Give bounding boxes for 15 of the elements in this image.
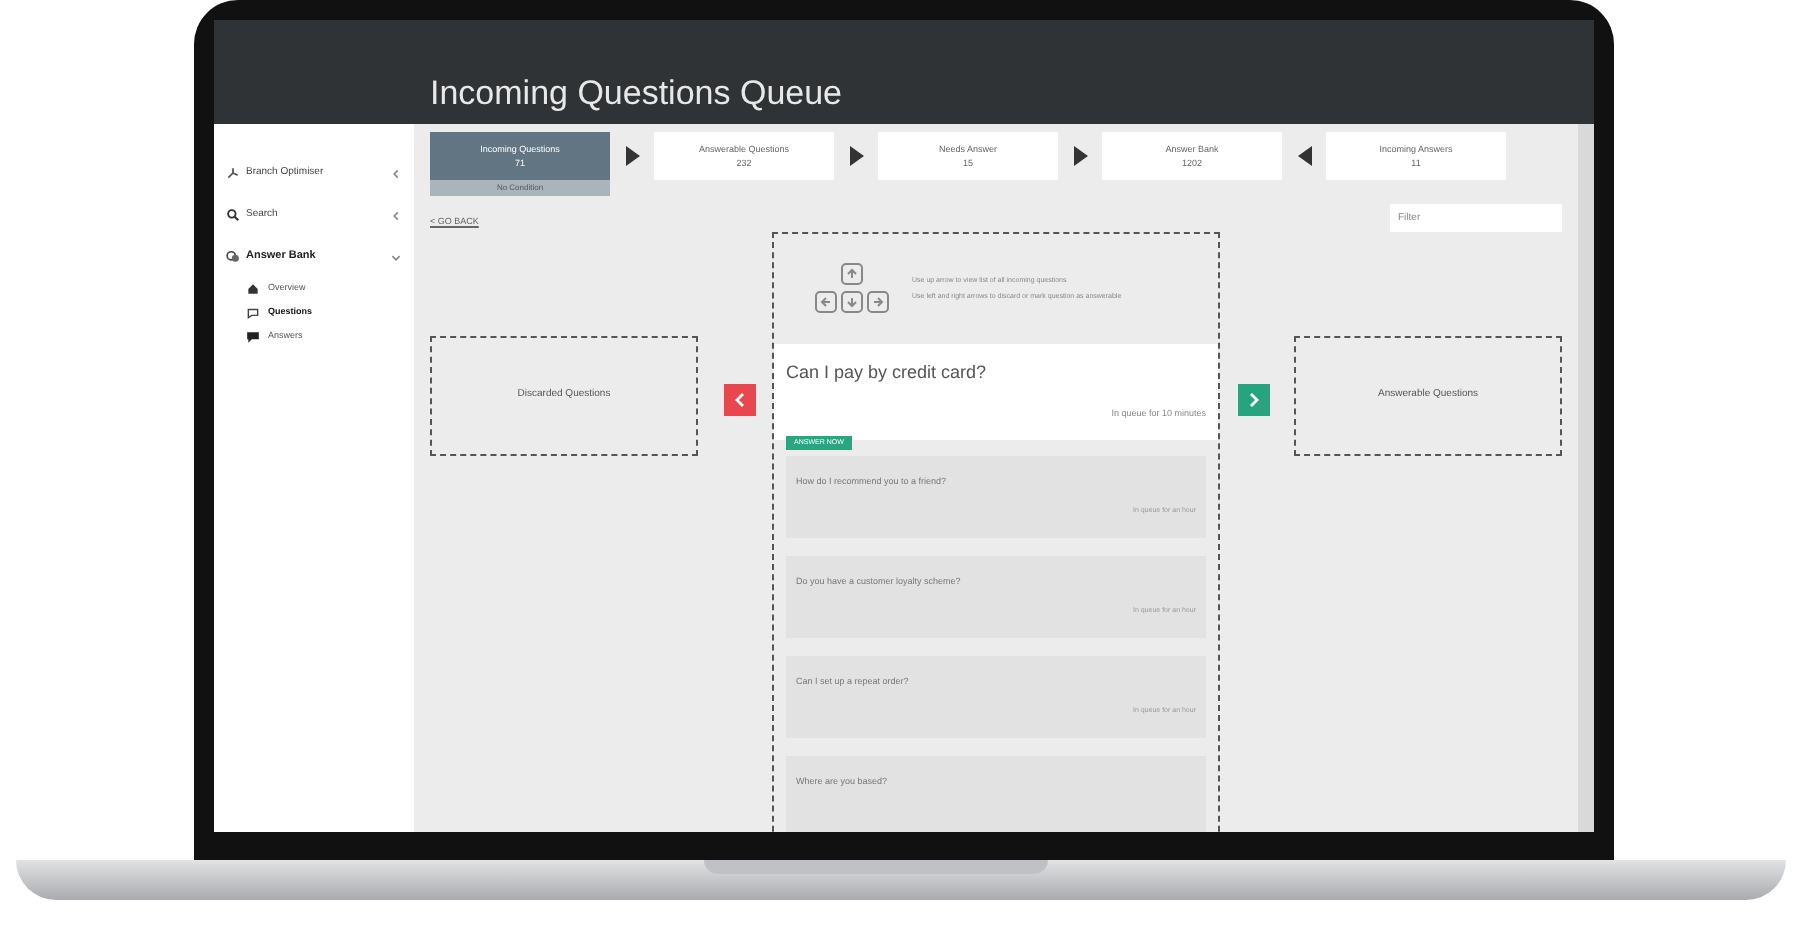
answerable-button[interactable] [1237, 384, 1269, 416]
question-text: Can I pay by credit card? [786, 360, 989, 386]
arrow-keys-icon [812, 261, 892, 317]
home-icon [246, 282, 260, 296]
right-arrow-icon [849, 146, 863, 166]
chat-icon [246, 306, 260, 320]
speech-bubble-icon [246, 330, 260, 344]
branch-icon [226, 166, 240, 180]
discard-button[interactable] [723, 384, 755, 416]
right-arrow-icon [1073, 146, 1087, 166]
window-title: Incoming Questions Queue [430, 71, 843, 115]
search-icon [226, 208, 240, 222]
left-arrow-icon [1297, 146, 1311, 166]
right-arrow-icon [625, 146, 639, 166]
coins-icon [226, 250, 240, 264]
